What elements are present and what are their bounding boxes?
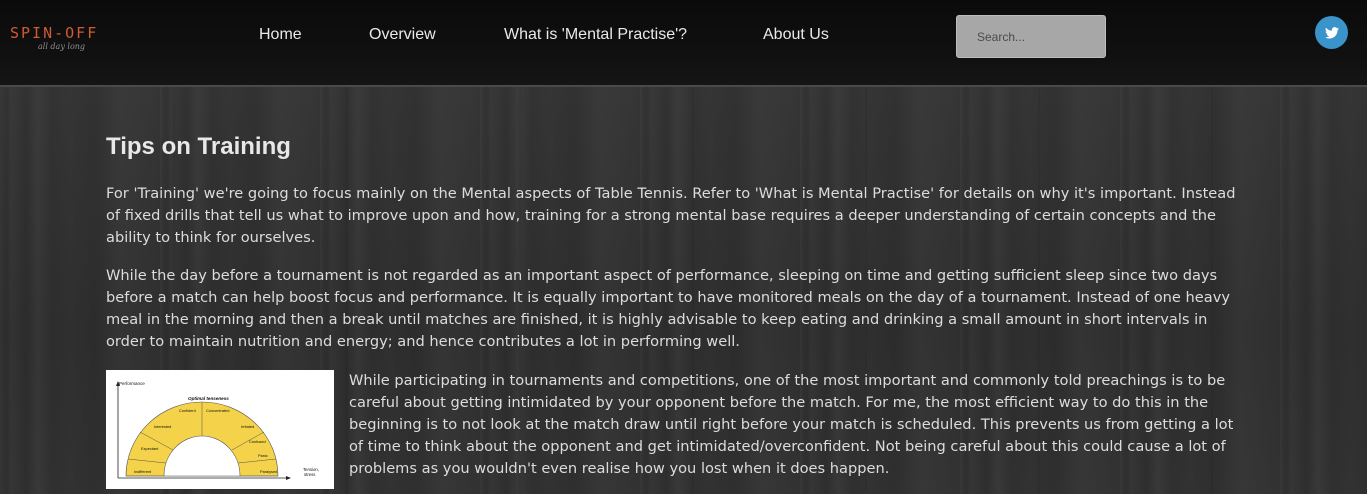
navbar-divider <box>0 85 1367 87</box>
performance-tension-diagram: Performance Tension, stress Optimal tens… <box>106 370 334 489</box>
segment-paralysed: Paralysed <box>260 469 277 474</box>
logo-tagline: all day long <box>38 42 86 51</box>
paragraph-sleep-meals: While the day before a tournament is not… <box>106 267 1230 350</box>
paragraph-intimidation: While participating in tournaments and c… <box>349 372 1234 477</box>
segment-concentrated: Concentrated <box>206 408 229 413</box>
twitter-button[interactable] <box>1315 16 1348 49</box>
logo-title: SPIN-OFF <box>10 24 99 42</box>
segment-confident: Confident <box>179 408 197 413</box>
segment-indifferent: Indifferent <box>134 469 152 474</box>
nav-link-about-us[interactable]: About Us <box>763 26 829 44</box>
segment-expectant: Expectant <box>141 446 159 451</box>
site-logo[interactable]: SPIN-OFF all day long <box>10 24 98 52</box>
twitter-icon <box>1324 26 1339 39</box>
segment-interested: Interested <box>154 424 171 429</box>
nav-link-mental-practise[interactable]: What is 'Mental Practise'? <box>504 26 687 44</box>
top-navbar: SPIN-OFF all day long Home Overview What… <box>0 0 1367 85</box>
segment-confused: Confused <box>249 439 266 444</box>
nav-link-home[interactable]: Home <box>259 26 302 44</box>
nav-link-overview[interactable]: Overview <box>369 26 436 44</box>
diagram-peak-label: Optimal tenseness <box>188 396 229 401</box>
page-title: Tips on Training <box>106 133 291 160</box>
diagram-y-label: Performance <box>119 381 145 386</box>
diagram-x-label-2: stress <box>304 472 315 477</box>
search-input[interactable] <box>956 15 1106 58</box>
segment-irritated: Irritated <box>241 424 254 429</box>
segment-panic: Panic <box>258 453 268 458</box>
paragraph-training-intro: For 'Training' we're going to focus main… <box>106 185 1236 246</box>
